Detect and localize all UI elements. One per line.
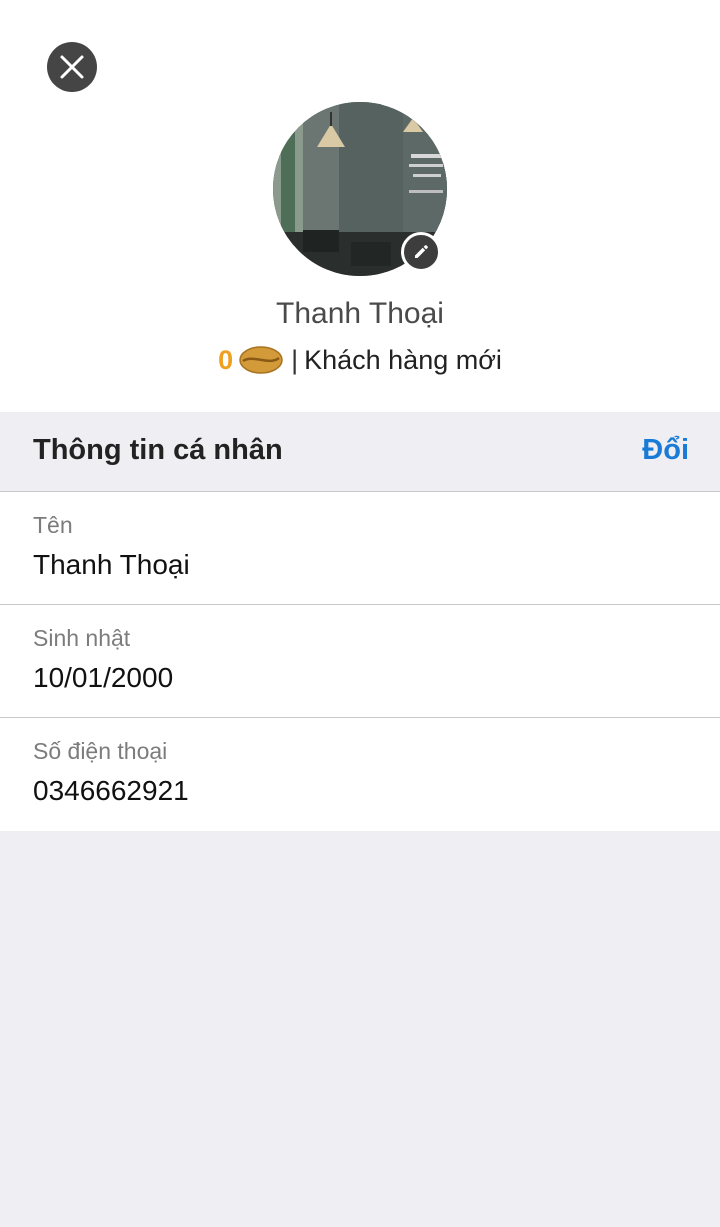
- name-field: Tên Thanh Thoại: [0, 492, 720, 605]
- points-count: 0: [218, 344, 234, 375]
- close-icon: [60, 55, 84, 79]
- close-button[interactable]: [47, 42, 97, 92]
- phone-field: Số điện thoại 0346662921: [0, 718, 720, 831]
- edit-avatar-button[interactable]: [401, 232, 441, 272]
- section-title: Thông tin cá nhân: [33, 434, 283, 466]
- birthday-field: Sinh nhật 10/01/2000: [0, 605, 720, 718]
- field-value: Thanh Thoại: [33, 549, 190, 580]
- pencil-icon: [415, 245, 428, 258]
- avatar-container: [273, 102, 447, 276]
- membership-tier: Khách hàng mới: [304, 344, 502, 375]
- field-value: 10/01/2000: [33, 662, 174, 693]
- status-separator: |: [291, 344, 299, 375]
- field-label: Tên: [33, 512, 73, 538]
- personal-info-header: Thông tin cá nhân Đổi: [0, 412, 720, 492]
- profile-header: Thanh Thoại 0 | Khách hàng mới: [0, 0, 720, 412]
- field-value: 0346662921: [33, 775, 189, 806]
- coffee-bean-icon: [239, 346, 283, 374]
- field-label: Sinh nhật: [33, 625, 131, 651]
- change-button[interactable]: Đổi: [642, 434, 689, 467]
- profile-name: Thanh Thoại: [276, 297, 444, 330]
- field-label: Số điện thoại: [33, 738, 168, 764]
- membership-status: 0 | Khách hàng mới: [0, 340, 720, 380]
